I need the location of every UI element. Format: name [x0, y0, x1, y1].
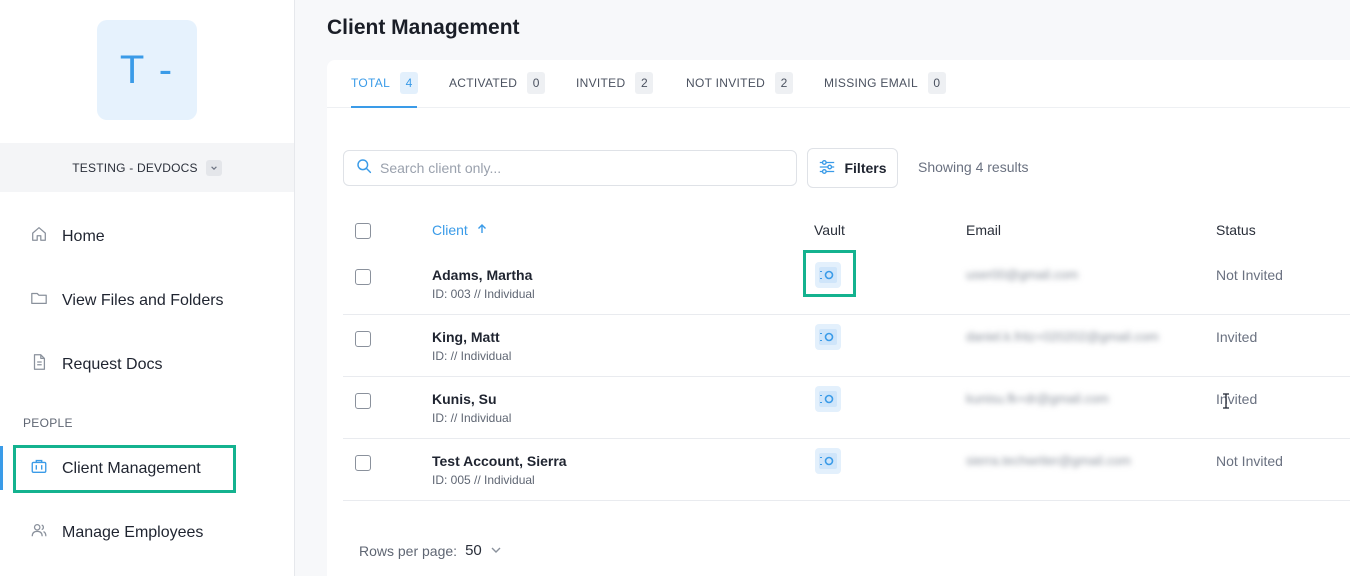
org-logo-text: T - — [119, 47, 175, 92]
client-id: ID: 003 // Individual — [432, 287, 535, 301]
client-id: ID: // Individual — [432, 349, 512, 363]
column-header-vault: Vault — [814, 222, 845, 238]
tab-total-label: TOTAL — [351, 76, 391, 90]
client-name[interactable]: Kunis, Su — [432, 391, 497, 407]
client-status: Invited — [1216, 329, 1258, 345]
tab-activated-count: 0 — [527, 72, 546, 94]
section-people-label: PEOPLE — [23, 416, 73, 430]
tab-invited[interactable]: INVITED 2 — [576, 72, 654, 94]
search-icon — [356, 158, 372, 179]
client-id: ID: 005 // Individual — [432, 473, 535, 487]
client-status: Not Invited — [1216, 267, 1283, 283]
filters-label: Filters — [844, 160, 887, 176]
row-checkbox[interactable] — [355, 455, 371, 471]
client-id: ID: // Individual — [432, 411, 512, 425]
tab-missing-email[interactable]: MISSING EMAIL 0 — [824, 72, 946, 94]
search-input[interactable] — [380, 160, 780, 176]
vault-icon[interactable] — [815, 324, 841, 350]
tab-activated-label: ACTIVATED — [449, 76, 518, 90]
filters-button[interactable]: Filters — [807, 148, 898, 188]
tab-active-underline — [351, 106, 417, 108]
column-client-label: Client — [432, 222, 468, 238]
table-row[interactable]: Kunis, Su ID: // Individual kunisu.fk+dr… — [343, 377, 1350, 439]
rows-per-page[interactable]: Rows per page: 50 — [359, 542, 502, 559]
tab-total[interactable]: TOTAL 4 — [351, 72, 419, 94]
vault-icon[interactable] — [815, 386, 841, 412]
column-header-status: Status — [1216, 222, 1256, 238]
client-name[interactable]: Adams, Martha — [432, 267, 532, 283]
active-indicator — [0, 446, 3, 490]
client-email: user00@gmail.com — [966, 267, 1079, 282]
arrow-up-icon — [476, 222, 488, 238]
tab-activated[interactable]: ACTIVATED 0 — [449, 72, 546, 94]
folder-icon — [30, 289, 48, 312]
chevron-down-icon[interactable] — [490, 543, 502, 559]
client-email: daniel.k.fritz+020202@gmail.com — [966, 329, 1159, 344]
org-switcher[interactable]: TESTING - DEVDOCS — [0, 143, 294, 192]
search-box[interactable] — [343, 150, 797, 186]
tab-total-count: 4 — [400, 72, 419, 94]
client-status: Not Invited — [1216, 453, 1283, 469]
nav-request-docs[interactable]: Request Docs — [30, 353, 163, 376]
client-name[interactable]: King, Matt — [432, 329, 500, 345]
filters-icon — [818, 158, 836, 179]
row-checkbox[interactable] — [355, 393, 371, 409]
vault-icon[interactable] — [815, 448, 841, 474]
chevron-down-icon[interactable] — [205, 159, 222, 176]
column-header-client[interactable]: Client — [432, 222, 488, 238]
nav-request-docs-label: Request Docs — [62, 355, 163, 373]
nav-view-files-label: View Files and Folders — [62, 291, 224, 309]
sidebar: T - TESTING - DEVDOCS Home View Files an… — [0, 0, 295, 576]
users-icon — [30, 521, 48, 544]
nav-manage-employees[interactable]: Manage Employees — [30, 521, 203, 544]
column-header-email: Email — [966, 222, 1002, 238]
client-email: kunisu.fk+dr@gmail.com — [966, 391, 1109, 406]
results-count: Showing 4 results — [918, 159, 1029, 175]
nav-home-label: Home — [62, 227, 105, 245]
tab-not-invited-count: 2 — [775, 72, 794, 94]
row-checkbox[interactable] — [355, 331, 371, 347]
tab-not-invited[interactable]: NOT INVITED 2 — [686, 72, 794, 94]
client-card: TOTAL 4 ACTIVATED 0 INVITED 2 NOT INVITE… — [327, 60, 1350, 576]
rows-per-page-label: Rows per page: — [359, 542, 458, 559]
table-row[interactable]: Test Account, Sierra ID: 005 // Individu… — [343, 439, 1350, 501]
tab-invited-count: 2 — [635, 72, 654, 94]
tab-not-invited-label: NOT INVITED — [686, 76, 766, 90]
home-icon — [30, 225, 48, 248]
highlight-client-management — [13, 445, 236, 493]
page-title: Client Management — [327, 16, 520, 39]
tab-missing-email-label: MISSING EMAIL — [824, 76, 918, 90]
client-name[interactable]: Test Account, Sierra — [432, 453, 567, 469]
nav-home[interactable]: Home — [30, 225, 105, 248]
document-icon — [30, 353, 48, 376]
select-all-checkbox[interactable] — [355, 223, 371, 239]
tab-missing-email-count: 0 — [927, 72, 946, 94]
text-cursor-icon — [1221, 393, 1231, 414]
org-logo: T - — [97, 20, 197, 120]
client-email: sierra.techwriter@gmail.com — [966, 453, 1131, 468]
nav-manage-employees-label: Manage Employees — [62, 523, 204, 541]
nav-view-files[interactable]: View Files and Folders — [30, 289, 224, 312]
table-row[interactable]: King, Matt ID: // Individual daniel.k.fr… — [343, 315, 1350, 377]
rows-per-page-value[interactable]: 50 — [465, 542, 482, 559]
row-checkbox[interactable] — [355, 269, 371, 285]
highlight-vault-icon — [803, 250, 856, 297]
org-name: TESTING - DEVDOCS — [72, 160, 198, 175]
tab-invited-label: INVITED — [576, 76, 626, 90]
